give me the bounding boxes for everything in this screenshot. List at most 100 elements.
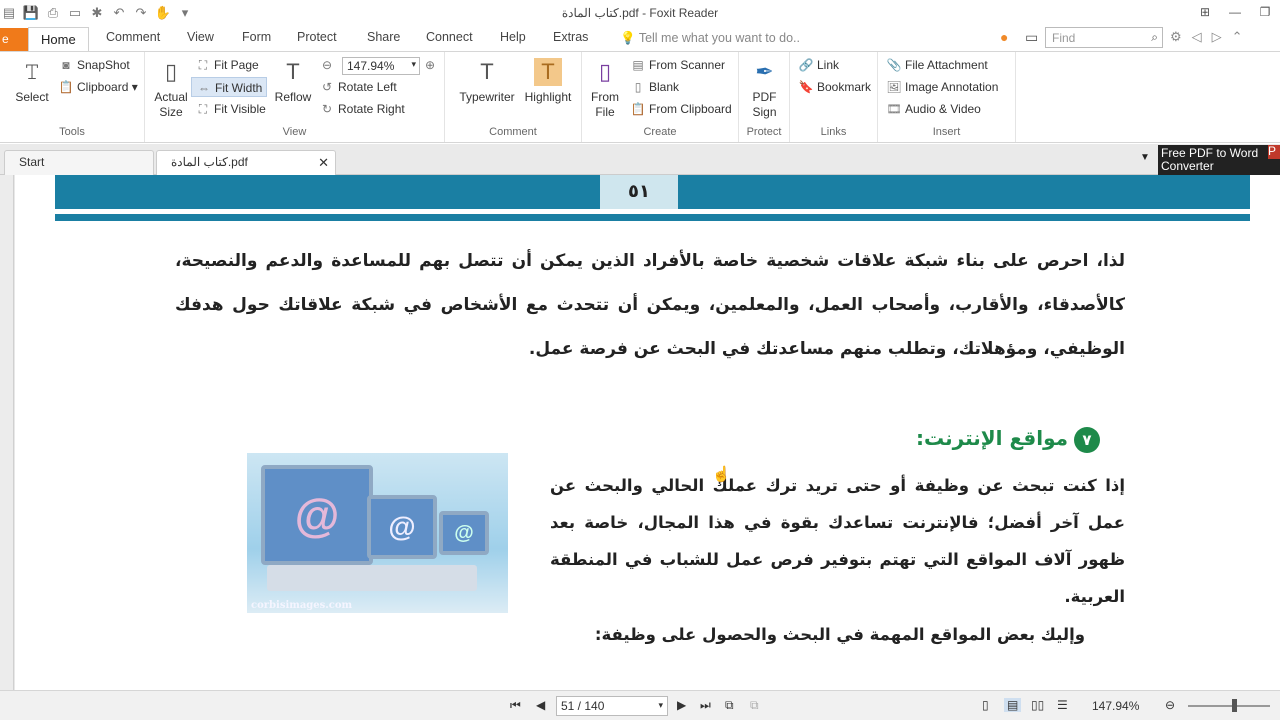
from-scanner-button[interactable]: ▤ From Scanner: [630, 55, 725, 75]
fit-page-button[interactable]: ⛶ Fit Page: [195, 55, 259, 75]
image-annotation-button[interactable]: 🖼 Image Annotation: [886, 77, 998, 97]
find-input[interactable]: Find ⌕: [1045, 27, 1163, 48]
page-dropdown-icon[interactable]: ▾: [658, 700, 663, 711]
page-number-input[interactable]: 51 / 140 ▾: [556, 696, 668, 716]
previous-view-icon[interactable]: ⧉: [725, 698, 734, 713]
from-clipboard-button[interactable]: 📋 From Clipboard: [630, 99, 732, 119]
single-page-icon[interactable]: ▯: [982, 698, 989, 712]
tab-start-label: Start: [19, 155, 45, 169]
tab-help[interactable]: Help: [500, 30, 526, 44]
fit-width-button[interactable]: ⇔ Fit Width: [191, 77, 268, 97]
bookmark-icon: 🔖: [798, 80, 814, 94]
clipboard-button[interactable]: 📋 Clipboard ▾: [58, 77, 138, 97]
tab-list-chevron-down-icon[interactable]: ▼: [1140, 152, 1150, 163]
group-insert-label: Insert: [932, 126, 961, 138]
from-file-button[interactable]: ▯ From File: [588, 58, 622, 120]
blank-button[interactable]: ▯ Blank: [630, 77, 679, 97]
tab-share[interactable]: Share: [367, 30, 400, 44]
zoom-out-icon[interactable]: ⊖: [1165, 698, 1175, 712]
blank-label: Blank: [649, 80, 680, 94]
zoom-out-button[interactable]: ⊖: [319, 55, 338, 75]
typewriter-button[interactable]: T Typewriter: [455, 58, 519, 105]
tab-document[interactable]: كتاب المادة.pdf ✕: [156, 150, 336, 175]
settings-gear-icon[interactable]: ⚙: [1170, 29, 1182, 45]
from-clipboard-label: From Clipboard: [649, 102, 732, 116]
link-label: Link: [817, 58, 840, 72]
blank-page-icon: ▯: [634, 80, 642, 94]
tab-home[interactable]: Home: [28, 27, 89, 52]
select-button[interactable]: 𝚃 Select: [8, 58, 56, 105]
bookmark-label: Bookmark: [817, 80, 872, 94]
collapse-ribbon-icon[interactable]: ⌃: [1232, 29, 1243, 45]
foxit-account-icon[interactable]: ●: [1000, 29, 1008, 45]
previous-page-icon[interactable]: ◀: [536, 698, 545, 712]
restore-layout-icon[interactable]: ⊞: [1190, 0, 1220, 24]
tab-form[interactable]: Form: [242, 30, 271, 44]
scanner-icon: ▤: [632, 58, 644, 72]
continuous-facing-icon[interactable]: ☰: [1057, 698, 1068, 712]
pen-sign-icon: ✒: [755, 59, 774, 84]
document-view[interactable]: ٥١ لذا، احرص على بناء شبكة علاقات شخصية …: [0, 175, 1280, 690]
photo-caption: corbisimages.com: [251, 600, 353, 611]
minimize-button[interactable]: —: [1220, 0, 1250, 24]
fit-page-label: Fit Page: [214, 58, 259, 72]
file-attachment-button[interactable]: 📎 File Attachment: [886, 55, 988, 75]
lightbulb-icon: 💡: [620, 31, 639, 45]
tab-view[interactable]: View: [187, 30, 214, 44]
zoom-select[interactable]: 147.94% ▾: [342, 57, 420, 75]
continuous-page-icon[interactable]: ▤: [1004, 698, 1022, 712]
tab-extras[interactable]: Extras: [553, 30, 588, 44]
tab-start[interactable]: Start: [4, 150, 154, 175]
tab-comment[interactable]: Comment: [106, 30, 160, 44]
rotate-left-button[interactable]: ↺ Rotate Left: [319, 77, 397, 97]
audio-video-button[interactable]: 🎞 Audio & Video: [886, 99, 980, 119]
status-bar: ⏮ ◀ 51 / 140 ▾ ▶ ⏭ ⧉ ⧉ ▯ ▤ ▯▯ ☰ 147.94% ⊖: [0, 690, 1280, 720]
actual-size-button[interactable]: ▯ Actual Size: [151, 58, 191, 120]
pdf-page: ٥١ لذا، احرص على بناء شبكة علاقات شخصية …: [15, 175, 1280, 690]
highlight-button[interactable]: T Highlight: [521, 58, 575, 105]
close-tab-icon[interactable]: ✕: [318, 155, 329, 171]
bookmark-button[interactable]: 🔖 Bookmark: [798, 77, 872, 97]
tell-me-box[interactable]: 💡 Tell me what you want to do..: [620, 31, 800, 46]
tell-me-label: Tell me what you want to do..: [638, 31, 801, 45]
dropdown-arrow-icon: ▾: [411, 59, 416, 69]
snapshot-label: SnapShot: [77, 58, 130, 72]
next-view-icon[interactable]: ⧉: [750, 698, 759, 713]
forward-icon[interactable]: ▷: [1212, 29, 1222, 45]
fit-visible-button[interactable]: ⛶ Fit Visible: [195, 99, 266, 119]
pdf-sign-button[interactable]: ✒ PDF Sign: [743, 58, 786, 120]
first-page-icon[interactable]: ⏮: [510, 698, 521, 713]
ribbon-tab-bar: e Home Comment View Form Protect Share C…: [0, 26, 1280, 52]
snapshot-button[interactable]: ◙ SnapShot: [58, 55, 130, 75]
reflow-label: Reflow: [274, 90, 312, 104]
ad-banner[interactable]: Free PDF to Word Converter P: [1158, 145, 1280, 175]
zoom-slider-track[interactable]: [1188, 705, 1270, 707]
reflow-button[interactable]: T Reflow: [271, 58, 315, 105]
group-view-label: View: [282, 126, 307, 138]
paragraph-networking: لذا، احرص على بناء شبكة علاقات شخصية خاص…: [175, 251, 1125, 359]
rotate-left-icon: ↺: [321, 80, 333, 94]
from-file-label: From File: [591, 90, 619, 119]
pdf-file-icon: ▯: [598, 59, 612, 84]
zoom-slider-knob[interactable]: [1232, 699, 1237, 712]
image-annotation-label: Image Annotation: [905, 80, 999, 94]
fit-visible-label: Fit Visible: [214, 102, 266, 116]
tab-protect[interactable]: Protect: [297, 30, 337, 44]
actual-size-label: Actual Size: [154, 90, 188, 119]
navigation-panel-strip[interactable]: [0, 175, 14, 690]
back-icon[interactable]: ◁: [1192, 29, 1202, 45]
facing-page-icon[interactable]: ▯▯: [1031, 698, 1044, 712]
panel-icon[interactable]: ▭: [1025, 29, 1038, 46]
monitor-large: @: [261, 465, 373, 565]
rotate-right-label: Rotate Right: [338, 102, 405, 116]
zoom-in-button[interactable]: ⊕: [422, 55, 441, 75]
last-page-icon[interactable]: ⏭: [700, 698, 711, 713]
rotate-right-button[interactable]: ↻ Rotate Right: [319, 99, 405, 119]
link-button[interactable]: 🔗 Link: [798, 55, 840, 75]
search-icon[interactable]: ⌕: [1151, 30, 1158, 45]
next-page-icon[interactable]: ▶: [677, 698, 686, 712]
maximize-button[interactable]: ❐: [1250, 0, 1280, 24]
file-tab[interactable]: e: [0, 28, 28, 51]
tab-connect[interactable]: Connect: [426, 30, 473, 44]
keyboard-shape: [267, 565, 477, 591]
